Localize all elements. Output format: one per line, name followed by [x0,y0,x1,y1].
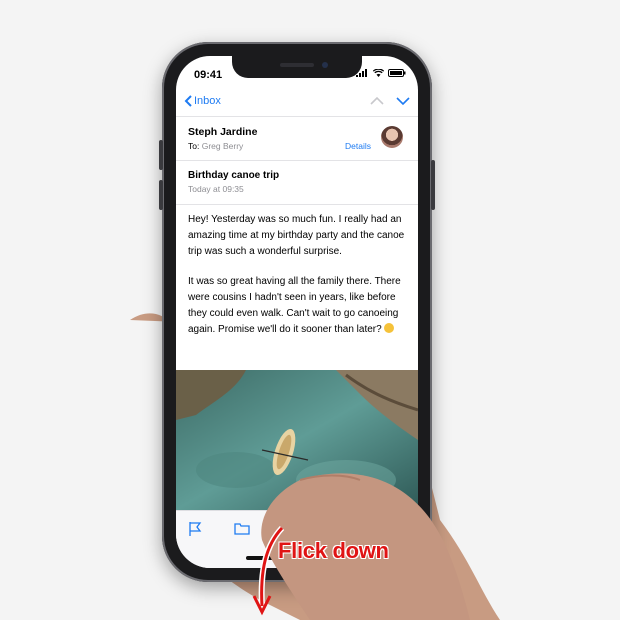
flick-down-label: Flick down [278,538,389,563]
down-arrow-icon [252,525,285,616]
scene: 09:41 Inbox Steph Jardine To: Greg Berry… [0,0,620,620]
